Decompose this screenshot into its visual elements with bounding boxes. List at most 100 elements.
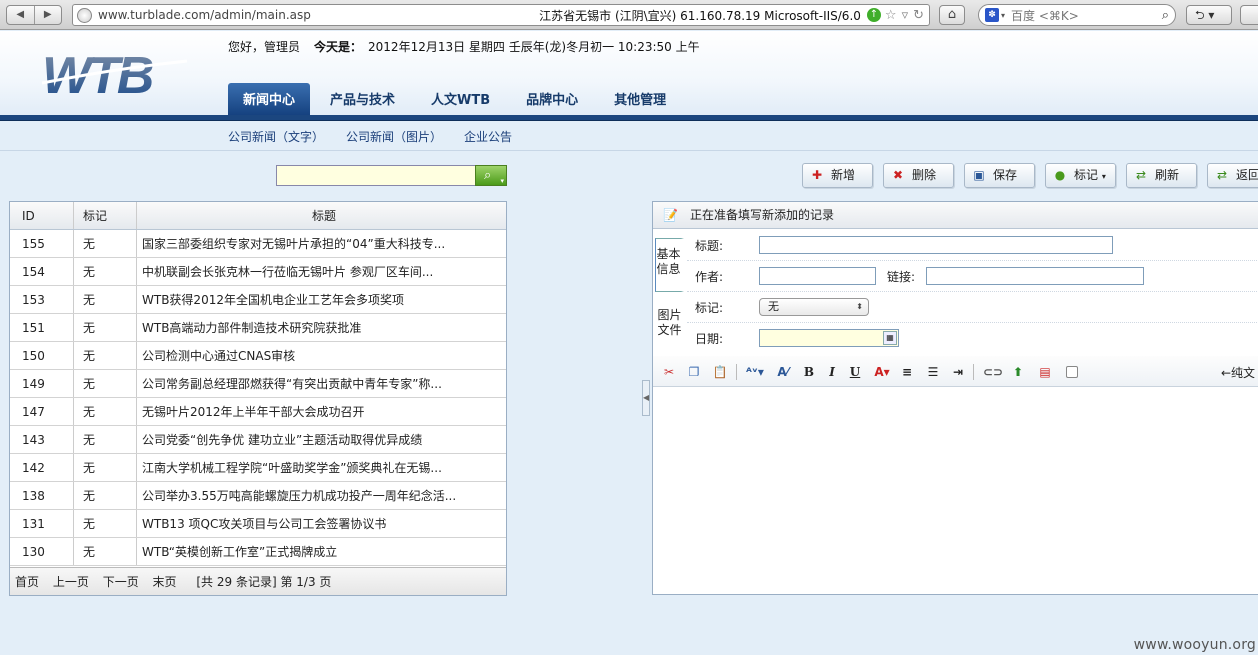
table-row[interactable]: 147 无无锡叶片2012年上半年干部大会成功召开 [10,398,506,426]
bullet-list-icon[interactable]: ☰ [925,364,941,380]
magnifier-icon[interactable]: ⌕ [1162,8,1169,23]
pager-first[interactable]: 首页 [15,575,39,589]
tab-culture-wtb[interactable]: 人文WTB [415,83,506,116]
tab-brand-center[interactable]: 品牌中心 [510,83,594,116]
url-text[interactable]: www.turblade.com/admin/main.asp [98,8,311,22]
table-row[interactable]: 154 无中机联副会长张克林一行莅临无锡叶片 参观厂区车间... [10,258,506,286]
bookmark-star-icon[interactable]: ☆ [885,8,897,23]
add-button[interactable]: ✚ 新增 [802,163,873,188]
mark-button[interactable]: ● 标记 ▾ [1045,163,1116,188]
cell-mark: 无 [74,454,137,481]
refresh-button[interactable]: ⇄ 刷新 [1126,163,1197,188]
chevron-down-icon: ▾ [1101,172,1106,181]
tab-news-center[interactable]: 新闻中心 [228,83,311,116]
main-nav: 新闻中心 产品与技术 人文WTB 品牌中心 其他管理 [228,83,686,116]
indent-icon[interactable]: ⇥ [950,364,966,380]
upload-image-icon[interactable]: ⬆ [1010,364,1026,380]
panel-splitter-handle[interactable]: ◀ [642,380,650,416]
title-label: 标题: [695,239,724,253]
mark-select[interactable]: 无 ⬍ [759,298,869,316]
browser-search[interactable]: ✽ ▾ 百度 <⌘K> ⌕ [978,4,1176,26]
cell-id: 153 [10,286,74,313]
watermark: www.wooyun.org [1133,637,1256,653]
search-button[interactable]: ⌕ ▾ [475,165,507,186]
plain-text-toggle[interactable]: ←纯文 [1221,364,1255,381]
font-color-icon[interactable]: A▾ [871,364,893,380]
spellcheck-icon[interactable]: ᴬᵛ▾ [744,364,766,380]
dropdown-arrow-icon[interactable]: ▿ [902,8,909,23]
subnav-company-news-image[interactable]: 公司新闻（图片） [346,128,442,145]
table-row[interactable]: 155 无国家三部委组织专家对无锡叶片承担的“04”重大科技专... [10,230,506,258]
table-row[interactable]: 149 无公司常务副总经理邵燃获得“有突出贡献中青年专家”称... [10,370,506,398]
search-engine-dropdown-icon[interactable]: ▾ [1001,11,1005,20]
save-button[interactable]: ▣ 保存 [964,163,1035,188]
overflow-button[interactable] [1240,5,1258,25]
pager-prev[interactable]: 上一页 [53,575,89,589]
home-icon[interactable]: ⌂ [939,5,965,25]
save-icon: ▣ [973,168,985,182]
table-row[interactable]: 150 无公司检测中心通过CNAS审核 [10,342,506,370]
back-arrow-icon[interactable]: ◀ [7,6,34,24]
link-input[interactable] [926,267,1144,285]
table-row[interactable]: 131 无 WTB13 项QC攻关项目与公司工会签署协议书 [10,510,506,538]
italic-icon[interactable]: I [824,364,840,380]
author-input[interactable] [759,267,876,285]
mark-field-label: 标记: [695,301,724,315]
date-input[interactable]: ▦ [759,329,899,347]
column-header-title[interactable]: 标题 [137,202,506,229]
font-size-icon[interactable]: A⁄ [775,364,791,380]
news-grid: ID 标记 标题 155 无国家三部委组织专家对无锡叶片承担的“04”重大科技专.… [9,201,507,596]
bookmark-menu-button[interactable]: ⮌ ▾ [1186,5,1232,25]
cell-id: 138 [10,482,74,509]
align-icon[interactable]: ≡ [899,364,915,380]
return-icon: ⇄ [1216,168,1228,182]
subnav-announcements[interactable]: 企业公告 [464,128,512,145]
search-input[interactable] [276,165,476,186]
column-header-id[interactable]: ID [10,202,74,229]
title-row: 标题: [687,230,1258,261]
table-row[interactable]: 138 无公司举办3.55万吨高能螺旋压力机成功投产一周年纪念活... [10,482,506,510]
address-bar[interactable]: www.turblade.com/admin/main.asp 江苏省无锡市 (… [72,4,930,26]
cell-id: 151 [10,314,74,341]
tab-image-file[interactable]: 图片文件 [655,306,684,346]
cell-id: 150 [10,342,74,369]
delete-icon: ✖ [892,168,904,182]
table-row[interactable]: 151 无 WTB高端动力部件制造技术研究院获批准 [10,314,506,342]
reload-icon[interactable]: ↻ [913,8,924,23]
table-row[interactable]: 142 无江南大学机械工程学院“叶盛助奖学金”颁奖典礼在无锡... [10,454,506,482]
globe-icon [77,7,92,23]
calendar-icon[interactable]: ▦ [883,331,897,345]
back-button[interactable]: ⇄ 返回 [1207,163,1258,188]
tab-products-tech[interactable]: 产品与技术 [314,83,411,116]
toolbar-separator [973,364,974,380]
flash-icon[interactable]: ▤ [1037,364,1053,380]
column-header-mark[interactable]: 标记 [74,202,137,229]
table-row[interactable]: 143 无公司党委“创先争优 建功立业”主题活动取得优异成绩 [10,426,506,454]
cell-mark: 无 [74,398,137,425]
cell-mark: 无 [74,258,137,285]
dropdown-arrow-icon: ▾ [500,177,504,185]
pager-next[interactable]: 下一页 [103,575,139,589]
tab-basic-info[interactable]: 基本信息 [655,238,684,292]
cell-title: 公司常务副总经理邵燃获得“有突出贡献中青年专家”称... [142,377,442,391]
link-icon[interactable]: ⊂⊃ [983,364,1003,380]
table-row[interactable]: 130 无 WTB“英模创新工作室”正式揭牌成立 [10,538,506,566]
underline-icon[interactable]: U [847,364,863,380]
cut-icon[interactable]: ✂ [661,364,677,380]
edit-note-icon: 📝 [663,208,678,222]
editor-content-area[interactable] [653,388,1258,595]
copy-icon[interactable]: ❐ [686,364,702,380]
refresh-icon: ⇄ [1135,168,1147,182]
title-input[interactable] [759,236,1113,254]
subnav-company-news-text[interactable]: 公司新闻（文字） [228,128,324,145]
grid-pager: 首页 上一页 下一页 末页 [共 29 条记录] 第 1/3 页 [10,567,506,595]
tab-other-management[interactable]: 其他管理 [598,83,682,116]
bold-icon[interactable]: B [801,364,817,380]
paste-icon[interactable]: 📋 [712,364,728,380]
table-row[interactable]: 153 无 WTB获得2012年全国机电企业工艺年会多项奖项 [10,286,506,314]
pager-last[interactable]: 末页 [153,575,177,589]
forward-arrow-icon[interactable]: ▶ [33,6,62,24]
delete-button[interactable]: ✖ 删除 [883,163,954,188]
cell-id: 130 [10,538,74,565]
option-checkbox[interactable] [1066,366,1078,378]
